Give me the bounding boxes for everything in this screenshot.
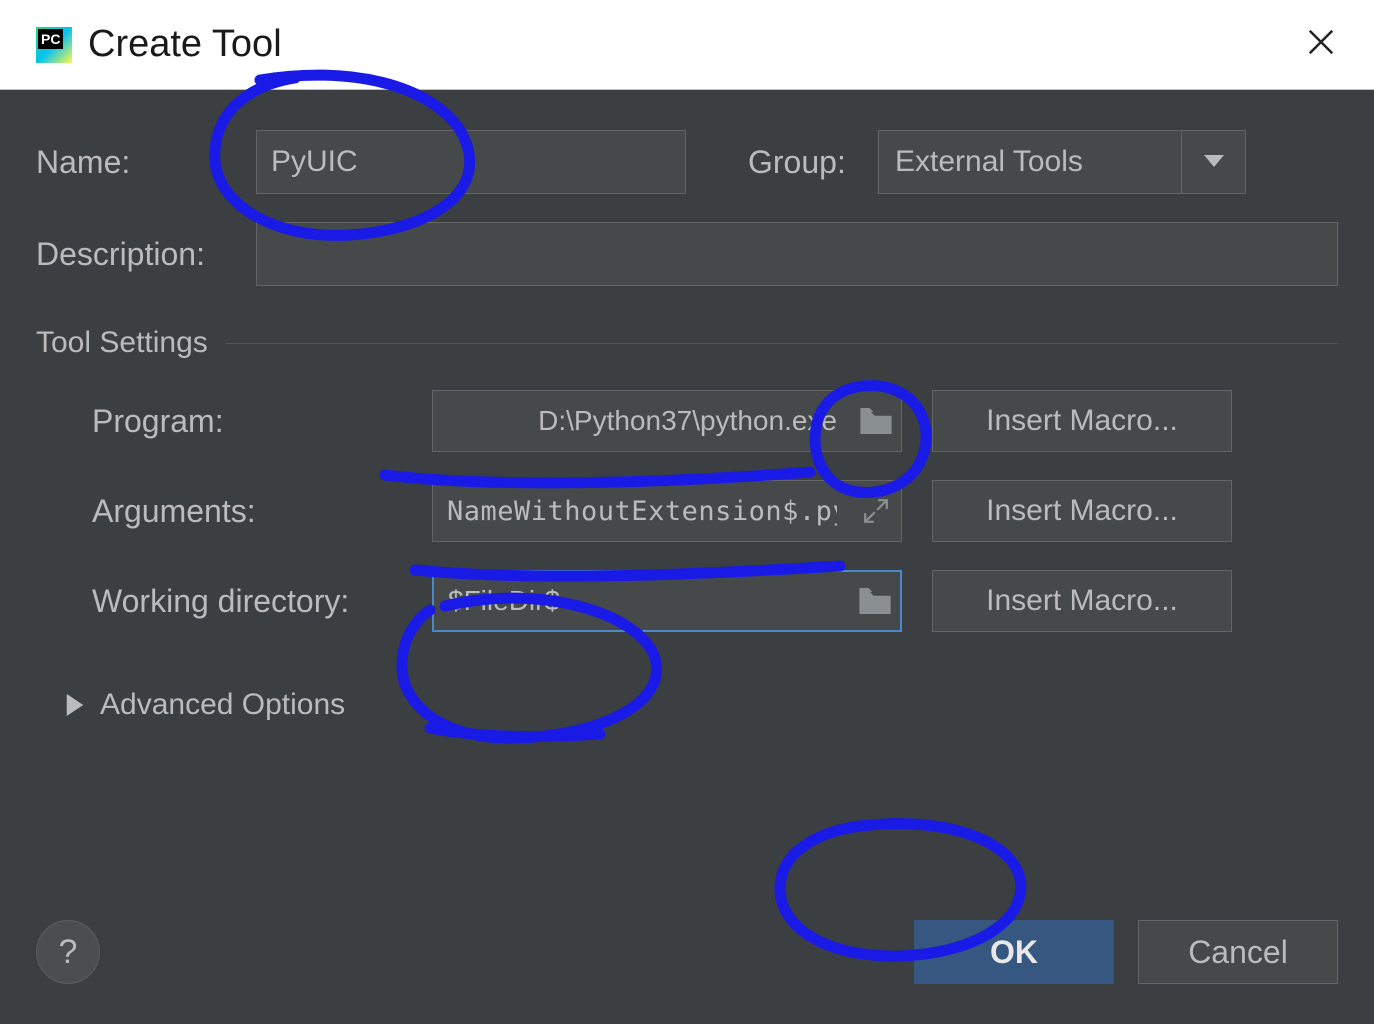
program-field (432, 390, 902, 452)
window-title: Create Tool (88, 23, 282, 66)
group-combobox[interactable]: External Tools (878, 130, 1246, 194)
advanced-options-label: Advanced Options (100, 688, 345, 722)
workdir-insert-macro-button[interactable]: Insert Macro... (932, 570, 1232, 632)
titlebar: Create Tool (0, 0, 1374, 90)
program-browse-button[interactable] (851, 391, 901, 451)
tool-settings-title: Tool Settings (36, 326, 208, 360)
dialog-footer: ? OK Cancel (36, 920, 1338, 984)
workdir-input[interactable] (434, 585, 850, 617)
close-icon (1306, 27, 1336, 57)
advanced-options-toggle[interactable]: Advanced Options (36, 688, 1338, 722)
arguments-label: Arguments: (92, 493, 402, 530)
arguments-input[interactable] (433, 496, 851, 527)
program-insert-macro-button[interactable]: Insert Macro... (932, 390, 1232, 452)
program-row: Program: Insert Macro... (36, 390, 1338, 452)
help-button[interactable]: ? (36, 920, 100, 984)
name-group-row: Name: Group: External Tools (36, 130, 1338, 194)
arguments-row: Arguments: Insert Macro... (36, 480, 1338, 542)
triangle-right-icon (66, 694, 84, 716)
description-input[interactable] (256, 222, 1338, 286)
folder-icon (859, 588, 891, 614)
section-divider (226, 343, 1338, 344)
arguments-expand-button[interactable] (851, 481, 901, 541)
close-button[interactable] (1298, 19, 1344, 70)
name-input[interactable] (256, 130, 686, 194)
expand-icon (863, 498, 889, 524)
workdir-label: Working directory: (92, 583, 402, 620)
tool-settings-header: Tool Settings (36, 326, 1338, 360)
arguments-insert-macro-button[interactable]: Insert Macro... (932, 480, 1232, 542)
pycharm-icon (36, 27, 72, 63)
description-row: Description: (36, 222, 1338, 286)
chevron-down-icon (1204, 155, 1224, 169)
description-label: Description: (36, 236, 236, 273)
group-dropdown-button[interactable] (1181, 131, 1245, 193)
name-label: Name: (36, 144, 236, 181)
cancel-button[interactable]: Cancel (1138, 920, 1338, 984)
group-selected-value: External Tools (879, 145, 1181, 179)
ok-button[interactable]: OK (914, 920, 1114, 984)
workdir-field (432, 570, 902, 632)
workdir-row: Working directory: Insert Macro... (36, 570, 1338, 632)
folder-icon (860, 408, 892, 434)
arguments-field (432, 480, 902, 542)
group-label: Group: (748, 144, 858, 181)
program-label: Program: (92, 403, 402, 440)
titlebar-left: Create Tool (36, 23, 282, 66)
workdir-browse-button[interactable] (850, 572, 900, 630)
program-input[interactable] (433, 405, 851, 437)
dialog-body: Name: Group: External Tools Description:… (0, 90, 1374, 1024)
